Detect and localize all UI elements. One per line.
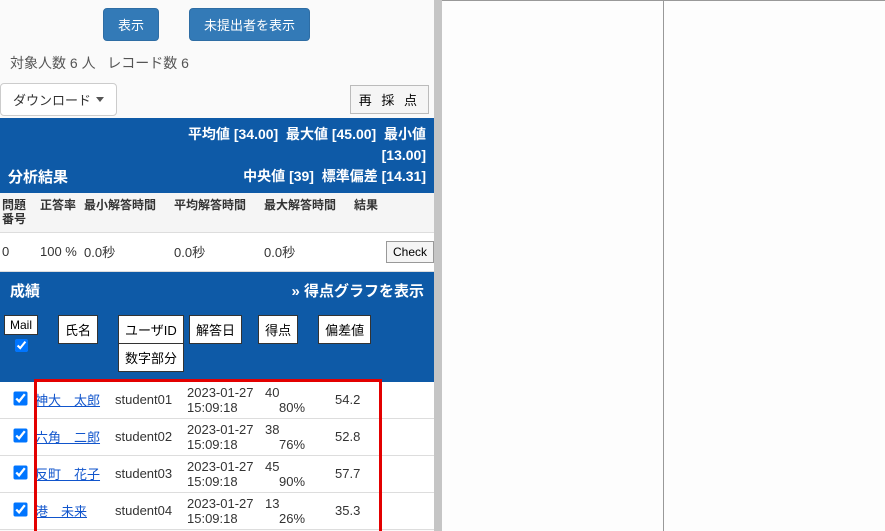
- row-checkbox[interactable]: [13, 502, 27, 516]
- sort-score-button[interactable]: 得点: [258, 315, 298, 344]
- mail-select-all-checkbox[interactable]: [15, 339, 28, 352]
- td-max: 0.0秒: [262, 234, 352, 269]
- analysis-header: 分析結果 平均値 [34.00] 最大値 [45.00] 最小値 [13.00]…: [0, 118, 434, 193]
- grades-label: 成績: [10, 280, 40, 301]
- score: 4590%: [265, 459, 325, 489]
- score: 4080%: [265, 385, 325, 415]
- analysis-stats: 平均値 [34.00] 最大値 [45.00] 最小値 [13.00] 中央値 …: [68, 124, 426, 187]
- right-col-2: [663, 1, 885, 531]
- td-avg: 0.0秒: [172, 234, 262, 269]
- th-correct: 正答率: [38, 193, 82, 232]
- sort-userid-button[interactable]: ユーザID: [118, 315, 184, 343]
- score: 1326%: [265, 496, 325, 526]
- grade-row: 港 未来 student04 2023-01-2715:09:18 1326% …: [0, 493, 434, 530]
- row-checkbox[interactable]: [13, 465, 27, 479]
- right-col-1: [442, 1, 663, 531]
- sort-date-button[interactable]: 解答日: [189, 315, 242, 344]
- th-max: 最大解答時間: [262, 193, 352, 232]
- student-name-link[interactable]: 六角 二郎: [35, 430, 100, 445]
- td-min: 0.0秒: [82, 234, 172, 269]
- check-button[interactable]: Check: [386, 241, 434, 263]
- count-summary: 対象人数 6 人 レコード数 6: [0, 41, 434, 81]
- deviation: 35.3: [325, 503, 375, 518]
- right-pane: [442, 0, 885, 531]
- analysis-label: 分析結果: [8, 166, 68, 187]
- grades-header: 成績 » 得点グラフを表示: [0, 272, 434, 309]
- student-name-link[interactable]: 港 未来: [35, 504, 87, 519]
- record-count-value: 6: [181, 55, 189, 71]
- grades-body: 神大 太郎 student01 2023-01-2715:09:18 4080%…: [0, 382, 434, 530]
- student-id: student01: [115, 392, 187, 407]
- score: 3876%: [265, 422, 325, 452]
- student-id: student04: [115, 503, 187, 518]
- target-count-label: 対象人数: [10, 55, 66, 71]
- answer-date: 2023-01-2715:09:18: [187, 496, 265, 526]
- td-qnum: 0: [0, 236, 38, 267]
- record-count-label: レコード数: [107, 55, 177, 71]
- vertical-divider[interactable]: [434, 0, 442, 531]
- regrade-button[interactable]: 再 採 点: [350, 85, 429, 114]
- left-pane: 表示 未提出者を表示 対象人数 6 人 レコード数 6 ダウンロード 再 採 点…: [0, 0, 434, 531]
- row-checkbox[interactable]: [13, 391, 27, 405]
- td-correct: 100 %: [38, 236, 82, 267]
- download-label: ダウンロード: [13, 90, 91, 109]
- answer-date: 2023-01-2715:09:18: [187, 459, 265, 489]
- answer-date: 2023-01-2715:09:18: [187, 385, 265, 415]
- timing-header: 問題番号 正答率 最小解答時間 平均解答時間 最大解答時間 結果: [0, 193, 434, 233]
- th-qnum: 問題番号: [0, 193, 38, 232]
- deviation: 52.8: [325, 429, 375, 444]
- sort-deviation-button[interactable]: 偏差値: [318, 315, 371, 344]
- answer-date: 2023-01-2715:09:18: [187, 422, 265, 452]
- download-dropdown[interactable]: ダウンロード: [0, 83, 117, 116]
- student-id: student02: [115, 429, 187, 444]
- student-name-link[interactable]: 神大 太郎: [35, 393, 100, 408]
- th-avg: 平均解答時間: [172, 193, 262, 232]
- sort-userid-numeric-button[interactable]: 数字部分: [118, 343, 184, 372]
- timing-row: 0 100 % 0.0秒 0.0秒 0.0秒 Check: [0, 233, 434, 272]
- display-button[interactable]: 表示: [103, 8, 159, 41]
- row-checkbox[interactable]: [13, 428, 27, 442]
- deviation: 57.7: [325, 466, 375, 481]
- th-min: 最小解答時間: [82, 193, 172, 232]
- student-id: student03: [115, 466, 187, 481]
- caret-down-icon: [96, 97, 104, 102]
- show-unsubmitted-button[interactable]: 未提出者を表示: [189, 8, 310, 41]
- score-graph-link[interactable]: » 得点グラフを表示: [291, 280, 424, 301]
- deviation: 54.2: [325, 392, 375, 407]
- target-count-unit: 人: [82, 55, 96, 71]
- grades-column-header: Mail 氏名 ユーザID 数字部分 解答日 得点 偏差値: [0, 309, 434, 382]
- mail-button[interactable]: Mail: [4, 315, 38, 335]
- target-count-value: 6: [70, 55, 78, 71]
- grade-row: 反町 花子 student03 2023-01-2715:09:18 4590%…: [0, 456, 434, 493]
- th-result: 結果: [352, 193, 434, 232]
- student-name-link[interactable]: 反町 花子: [35, 467, 100, 482]
- td-result: [352, 244, 384, 260]
- grade-row: 六角 二郎 student02 2023-01-2715:09:18 3876%…: [0, 419, 434, 456]
- grade-row: 神大 太郎 student01 2023-01-2715:09:18 4080%…: [0, 382, 434, 419]
- sort-name-button[interactable]: 氏名: [58, 315, 98, 344]
